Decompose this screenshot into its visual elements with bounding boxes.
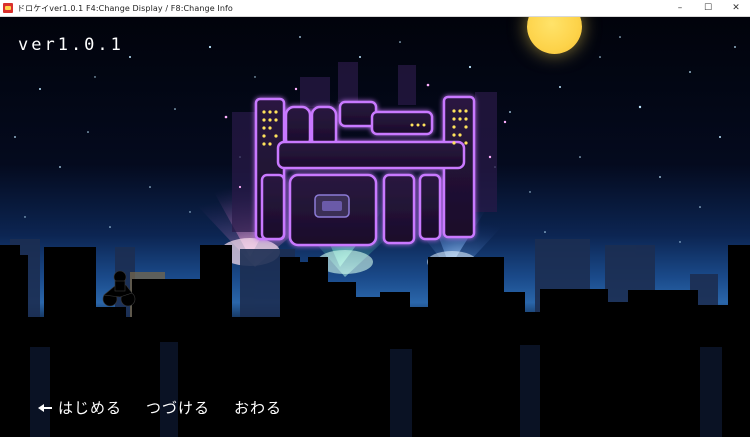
title-menu: はじめる つづける おわる xyxy=(38,397,306,418)
window-title: ドロケイver1.0.1 F4:Change Display / F8:Chan… xyxy=(17,3,233,13)
maximize-button[interactable]: ☐ xyxy=(694,0,722,16)
neon-title-logo xyxy=(224,62,507,247)
menu-continue[interactable]: つづける xyxy=(146,397,210,418)
minimize-button[interactable]: – xyxy=(666,0,694,16)
night-sky-scene xyxy=(0,36,750,437)
menu-quit[interactable]: おわる xyxy=(234,397,282,418)
window-titlebar: ドロケイver1.0.1 F4:Change Display / F8:Chan… xyxy=(0,0,750,17)
game-title-screen[interactable]: ver1.0.1 はじめる つづける おわる xyxy=(0,17,750,437)
close-button[interactable]: ✕ xyxy=(722,0,750,16)
left-arrow-cursor-icon xyxy=(38,403,52,413)
version-label: ver1.0.1 xyxy=(18,35,124,55)
game-app-icon xyxy=(3,3,13,13)
menu-start[interactable]: はじめる xyxy=(58,397,122,418)
window-controls: – ☐ ✕ xyxy=(666,0,750,16)
